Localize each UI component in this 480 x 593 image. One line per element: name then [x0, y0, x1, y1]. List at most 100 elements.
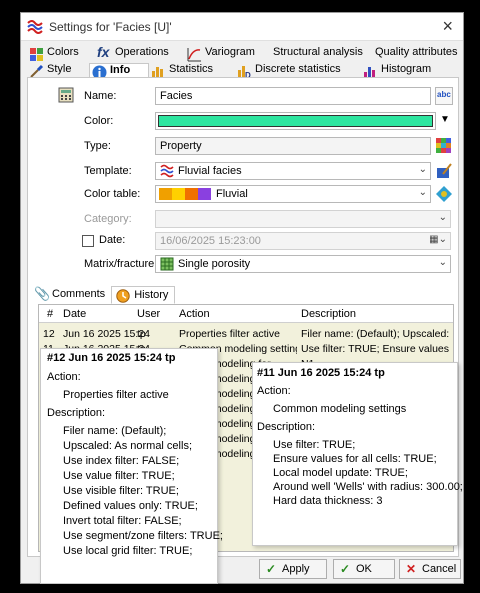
date-field: 16/06/2025 15:23:00 ▦⌄ [155, 232, 451, 250]
color-table-value: Fluvial [216, 188, 248, 200]
history-table-header: # Date User Action Description [39, 305, 453, 323]
variogram-icon [187, 48, 201, 62]
porosity-grid-icon [160, 257, 174, 271]
tooltip-history-12: #12 Jun 16 2025 15:24 tp Action: Propert… [40, 348, 223, 584]
tab-structural-analysis-label: Structural analysis [273, 46, 363, 58]
color-swatch [158, 115, 433, 127]
category-select: ⌄ [155, 210, 451, 228]
tooltip-description-line: Use segment/zone filters: TRUE; [63, 530, 223, 542]
matrix-fracture-value: Single porosity [178, 258, 251, 270]
chevron-down-icon: ⌄ [418, 164, 427, 175]
ok-button[interactable]: ✓ OK [333, 559, 395, 579]
date-value: 16/06/2025 15:23:00 [160, 235, 261, 247]
title-bar: Settings for 'Facies [U]' × [21, 13, 463, 41]
calendar-icon: ▦⌄ [429, 234, 447, 245]
tab-variogram[interactable]: Variogram [185, 46, 269, 63]
tab-operations[interactable]: fx Operations [95, 44, 185, 63]
cancel-button[interactable]: ✕ Cancel [399, 559, 461, 579]
tooltip-description-line: Defined values only: TRUE; [63, 500, 198, 512]
color-table-label: Color table: [84, 188, 141, 200]
tab-history-label: History [134, 289, 169, 301]
close-icon[interactable]: × [442, 16, 453, 37]
column-header-action[interactable]: Action [179, 308, 210, 320]
tooltip-description-line: Around well 'Wells' with radius: 300.00; [273, 481, 463, 493]
tooltip-description-line: Use index filter: FALSE; [63, 455, 180, 467]
table-row[interactable]: 12 Jun 16 2025 15:24 tp Properties filter a… [39, 327, 453, 342]
cancel-x-icon: ✕ [406, 562, 417, 576]
color-table-select[interactable]: Fluvial ⌄ [155, 185, 431, 203]
color-label: Color: [84, 115, 114, 127]
tooltip-12-action: Properties filter active [63, 389, 169, 401]
tab-colors[interactable]: Colors [27, 46, 95, 63]
tooltip-description-line: Filer name: (Default); [63, 425, 167, 437]
tab-style-label: Style [47, 63, 72, 75]
tab-quality-attributes-label: Quality attributes [375, 46, 458, 58]
matrix-fracture-select[interactable]: Single porosity ⌄ [155, 255, 451, 273]
tab-structural-analysis[interactable]: Structural analysis [269, 46, 371, 63]
column-header-description[interactable]: Description [301, 308, 356, 320]
paperclip-icon: 📎 [34, 286, 51, 301]
date-checkbox[interactable] [82, 235, 94, 247]
function-icon: fx [97, 44, 110, 60]
cell-user: tp [137, 328, 146, 340]
window-title: Settings for 'Facies [U]' [49, 20, 172, 34]
cell-description: Use filter: TRUE; Ensure values fo... [301, 343, 451, 355]
property-grid-icon[interactable] [435, 137, 453, 155]
apply-button[interactable]: ✓ Apply [259, 559, 327, 579]
template-select[interactable]: Fluvial facies ⌄ [155, 162, 431, 180]
cell-description: Filer name: (Default); Upscaled: A... [301, 328, 451, 340]
name-field[interactable]: Facies [155, 87, 431, 105]
chevron-down-icon: ⌄ [438, 212, 447, 223]
tooltip-description-line: Use value filter: TRUE; [63, 470, 175, 482]
tooltip-description-line: Use filter: TRUE; [273, 439, 356, 451]
template-edit-icon[interactable] [435, 162, 453, 180]
cell-action: Properties filter active [179, 328, 280, 340]
date-label: Date: [99, 234, 126, 246]
cell-number: 12 [43, 328, 55, 340]
facies-property-icon [27, 20, 43, 34]
chevron-down-icon: ⌄ [418, 187, 427, 198]
color-dropdown-icon[interactable]: ▼ [440, 114, 450, 125]
tooltip-11-action: Common modeling settings [273, 403, 407, 415]
tooltip-12-description-label: Description: [47, 407, 106, 419]
tab-history[interactable]: History [111, 286, 176, 304]
cancel-button-label: Cancel [422, 563, 457, 575]
color-table-preview [159, 188, 211, 200]
color-table-edit-icon[interactable] [435, 185, 453, 203]
type-label: Type: [84, 140, 111, 152]
matrix-fracture-label: Matrix/fracture: [84, 258, 158, 270]
column-header-number[interactable]: # [47, 308, 53, 320]
checkmark-icon: ✓ [266, 562, 277, 576]
type-field: Property [155, 137, 431, 155]
tooltip-12-title: #12 Jun 16 2025 15:24 tp [47, 352, 176, 364]
template-value: Fluvial facies [178, 165, 242, 177]
tooltip-description-line: Use local grid filter: TRUE; [63, 545, 193, 557]
tab-variogram-label: Variogram [205, 46, 255, 58]
calculator-icon[interactable] [58, 87, 74, 103]
tab-quality-attributes[interactable]: Quality attributes [371, 46, 458, 63]
checkmark-icon: ✓ [340, 562, 351, 576]
tooltip-11-action-label: Action: [257, 385, 291, 397]
tab-statistics-label: Statistics [169, 63, 214, 75]
tab-operations-label: Operations [115, 46, 169, 58]
tab-colors-label: Colors [47, 46, 79, 58]
tooltip-description-line: Invert total filter: FALSE; [63, 515, 182, 527]
spelling-button[interactable]: abc [435, 87, 453, 105]
tooltip-description-line: Upscaled: As normal cells; [63, 440, 192, 452]
category-label: Category: [84, 213, 132, 225]
tooltip-12-action-label: Action: [47, 371, 81, 383]
tooltip-description-line: Hard data thickness: 3 [273, 495, 383, 507]
abc-icon: abc [437, 90, 451, 99]
tooltip-11-description-label: Description: [257, 421, 316, 433]
column-header-date[interactable]: Date [63, 308, 86, 320]
tab-histogram-label: Histogram [381, 63, 432, 75]
apply-button-label: Apply [282, 563, 310, 575]
column-header-user[interactable]: User [137, 308, 160, 320]
history-clock-icon [116, 289, 130, 303]
tooltip-history-11: #11 Jun 16 2025 15:24 tp Action: Common … [252, 362, 463, 546]
colors-icon [30, 48, 43, 61]
tab-info-label: Info [110, 64, 131, 76]
template-label: Template: [84, 165, 132, 177]
tab-comments[interactable]: 📎 Comments [30, 286, 111, 304]
color-picker[interactable] [155, 112, 436, 130]
